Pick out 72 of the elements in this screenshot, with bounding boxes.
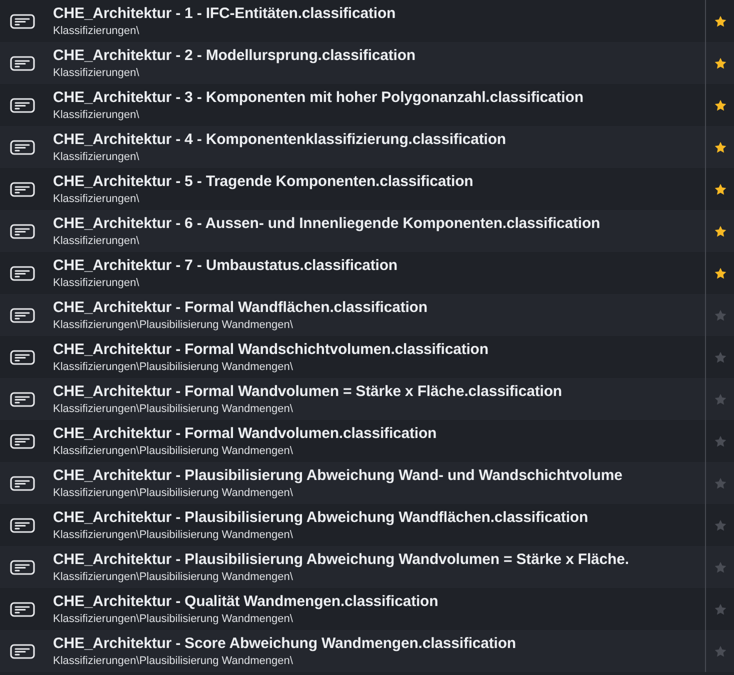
- text-lines-icon: [10, 518, 35, 532]
- list-row[interactable]: CHE_Architektur - 6 - Aussen- und Innenliegende Komponenten.classification Klassifizierungen\: [0, 210, 734, 252]
- file-name: CHE_Architektur - 3 - Komponenten mit hoher Polygonanzahl.classification: [53, 88, 584, 106]
- list-row[interactable]: CHE_Architektur - Plausibilisierung Abweichung Wand- und Wandschichtvolume Klassifizierungen\Plausibilisierung Wandmengen\: [0, 462, 734, 504]
- file-name: CHE_Architektur - Formal Wandvolumen.classification: [53, 424, 438, 442]
- text-lines-icon: [10, 308, 35, 322]
- file-name: CHE_Architektur - 4 - Komponentenklassifizierung.classification: [53, 130, 507, 148]
- file-name: CHE_Architektur - Plausibilisierung Abweichung Wandflächen.classification: [53, 508, 590, 526]
- file-name: CHE_Architektur - Plausibilisierung Abweichung Wand- und Wandschichtvolume: [53, 466, 624, 484]
- text-lines-icon: [10, 602, 35, 616]
- star-icon[interactable]: [714, 14, 726, 28]
- file-name: CHE_Architektur - 6 - Aussen- und Innenliegende Komponenten.classification: [53, 214, 602, 232]
- star-icon[interactable]: [714, 224, 726, 238]
- star-icon[interactable]: [714, 308, 726, 322]
- text-lines-icon: [10, 434, 35, 448]
- file-name: CHE_Architektur - 7 - Umbaustatus.classification: [53, 256, 398, 274]
- text-lines-icon: [10, 56, 35, 70]
- text-lines-icon: [10, 476, 35, 490]
- list-row[interactable]: CHE_Architektur - Formal Wandvolumen = Stärke x Fläche.classification Klassifizierungen\Plausibilisierung Wandmengen\: [0, 378, 734, 420]
- file-name: CHE_Architektur - Plausibilisierung Abweichung Wandvolumen = Stärke x Fläche.: [53, 550, 630, 568]
- file-path: Klassifizierungen\Plausibilisierung Wandmengen\: [53, 360, 294, 374]
- file-path: Klassifizierungen\: [53, 234, 140, 248]
- text-lines-icon: [10, 644, 35, 658]
- star-icon[interactable]: [714, 644, 726, 658]
- star-icon[interactable]: [714, 518, 726, 532]
- text-lines-icon: [10, 350, 35, 364]
- text-lines-icon: [10, 266, 35, 280]
- file-name: CHE_Architektur - Formal Wandschichtvolumen.classification: [53, 340, 490, 358]
- star-icon[interactable]: [714, 476, 726, 490]
- star-icon[interactable]: [714, 98, 726, 112]
- star-icon[interactable]: [714, 140, 726, 154]
- file-path: Klassifizierungen\Plausibilisierung Wandmengen\: [53, 654, 294, 668]
- star-icon[interactable]: [714, 350, 726, 364]
- star-icon[interactable]: [714, 266, 726, 280]
- text-lines-icon: [10, 182, 35, 196]
- list-row[interactable]: CHE_Architektur - 2 - Modellursprung.classification Klassifizierungen\: [0, 42, 734, 84]
- list-row[interactable]: CHE_Architektur - Plausibilisierung Abweichung Wandvolumen = Stärke x Fläche. Klassifizierungen\Plausibilisierung Wandmengen\: [0, 546, 734, 588]
- star-icon[interactable]: [714, 392, 726, 406]
- star-icon[interactable]: [714, 56, 726, 70]
- text-lines-icon: [10, 392, 35, 406]
- file-name: CHE_Architektur - 1 - IFC-Entitäten.classification: [53, 4, 397, 22]
- file-name: CHE_Architektur - 5 - Tragende Komponenten.classification: [53, 172, 474, 190]
- file-path: Klassifizierungen\Plausibilisierung Wandmengen\: [53, 570, 294, 584]
- text-lines-icon: [10, 560, 35, 574]
- text-lines-icon: [10, 14, 35, 28]
- text-lines-icon: [10, 98, 35, 112]
- file-path: Klassifizierungen\Plausibilisierung Wandmengen\: [53, 318, 294, 332]
- file-path: Klassifizierungen\: [53, 150, 140, 164]
- text-lines-icon: [10, 224, 35, 238]
- file-path: Klassifizierungen\Plausibilisierung Wandmengen\: [53, 486, 294, 500]
- file-name: CHE_Architektur - Formal Wandflächen.classification: [53, 298, 428, 316]
- file-path: Klassifizierungen\Plausibilisierung Wandmengen\: [53, 444, 294, 458]
- file-name: CHE_Architektur - Score Abweichung Wandmengen.classification: [53, 634, 517, 652]
- file-path: Klassifizierungen\Plausibilisierung Wandmengen\: [53, 612, 294, 626]
- file-name: CHE_Architektur - Qualität Wandmengen.classification: [53, 592, 440, 610]
- text-lines-icon: [10, 140, 35, 154]
- star-icon[interactable]: [714, 602, 726, 616]
- file-path: Klassifizierungen\: [53, 108, 140, 122]
- file-name: CHE_Architektur - 2 - Modellursprung.classification: [53, 46, 416, 64]
- list-row[interactable]: CHE_Architektur - Score Abweichung Wandmengen.classification Klassifizierungen\Plausibilisierung Wandmengen\: [0, 630, 734, 672]
- file-path: Klassifizierungen\: [53, 276, 140, 290]
- star-icon[interactable]: [714, 434, 726, 448]
- file-name: CHE_Architektur - Formal Wandvolumen = Stärke x Fläche.classification: [53, 382, 563, 400]
- file-path: Klassifizierungen\: [53, 66, 140, 80]
- star-icon[interactable]: [714, 560, 726, 574]
- file-path: Klassifizierungen\: [53, 192, 140, 206]
- star-icon[interactable]: [714, 182, 726, 196]
- file-path: Klassifizierungen\: [53, 24, 140, 38]
- list-row[interactable]: CHE_Architektur - 4 - Komponentenklassifizierung.classification Klassifizierungen\: [0, 126, 734, 168]
- list-row[interactable]: CHE_Architektur - Formal Wandflächen.classification Klassifizierungen\Plausibilisierung Wandmengen\: [0, 294, 734, 336]
- file-path: Klassifizierungen\Plausibilisierung Wandmengen\: [53, 528, 294, 542]
- file-path: Klassifizierungen\Plausibilisierung Wandmengen\: [53, 402, 294, 416]
